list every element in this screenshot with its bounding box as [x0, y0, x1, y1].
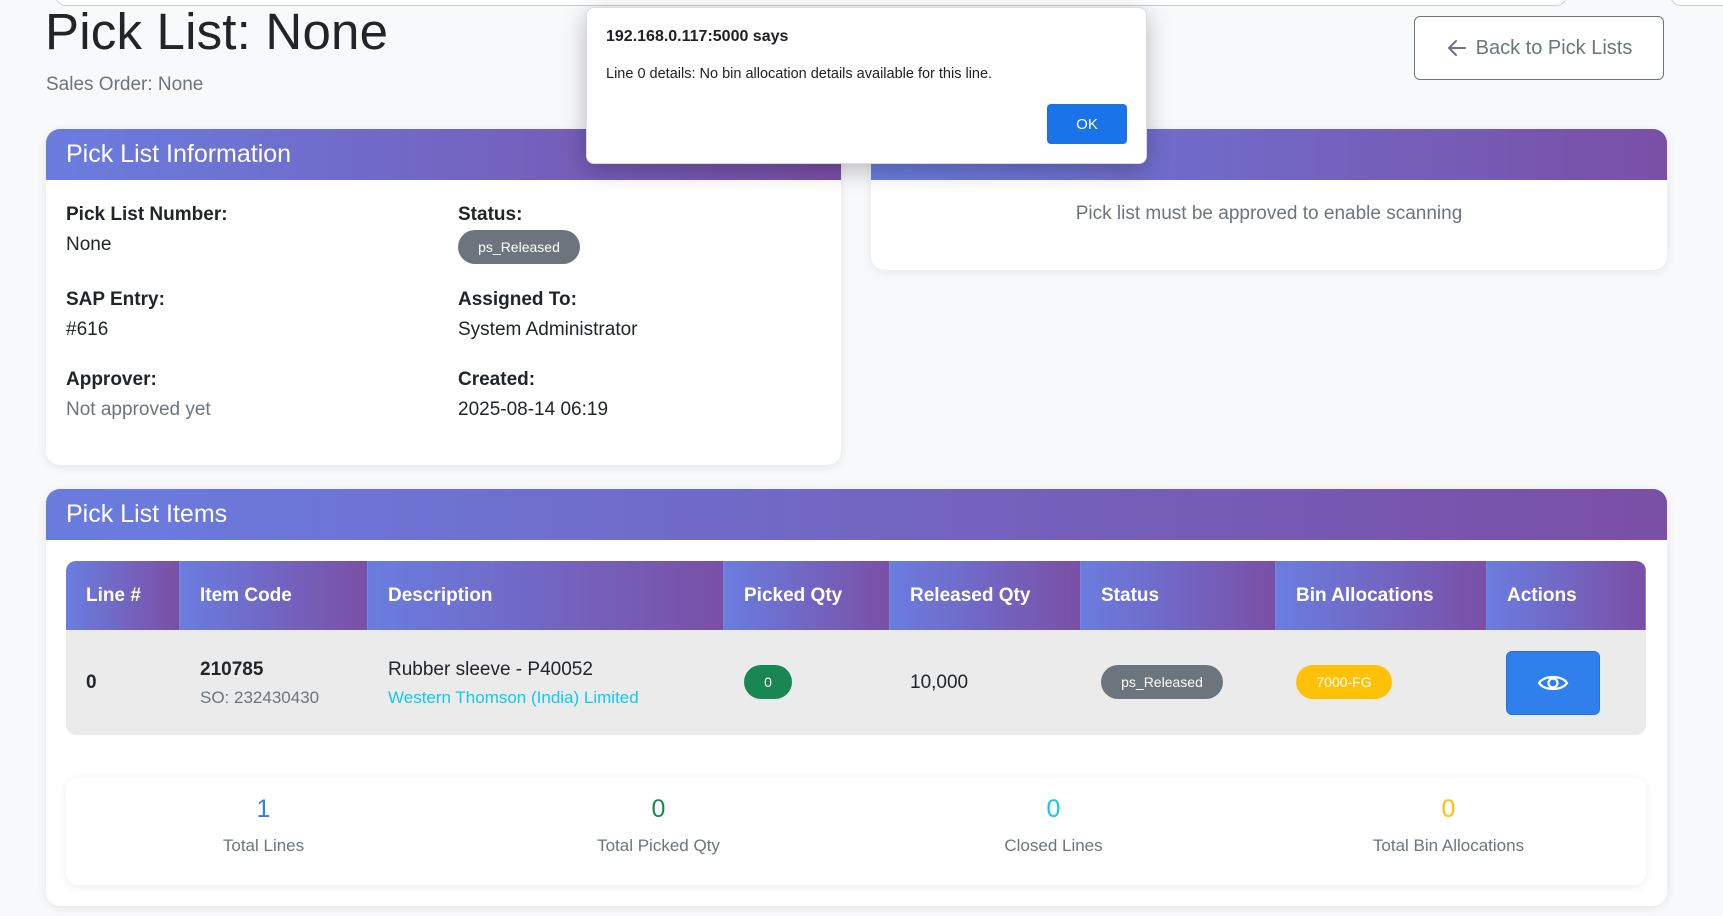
back-button-label: Back to Pick Lists [1475, 36, 1633, 59]
dialog-title: 192.168.0.117:5000 says [606, 28, 789, 45]
status-label: Status: [458, 204, 523, 225]
summary-panel: 1 Total Lines 0 Total Picked Qty 0 Close… [66, 778, 1646, 885]
eye-icon [1537, 675, 1569, 691]
alert-dialog: 192.168.0.117:5000 says Line 0 details: … [586, 7, 1147, 164]
column-header-bin-allocations: Bin Allocations [1276, 561, 1487, 630]
total-picked-label: Total Picked Qty [597, 836, 720, 855]
item-sales-order: SO: 232430430 [200, 688, 320, 707]
info-card-title: Pick List Information [66, 140, 292, 168]
view-details-button[interactable] [1506, 651, 1600, 715]
items-table: Line # Item Code Description Picked Qty … [66, 561, 1646, 735]
customer-name: Western Thomson (India) Limited [388, 688, 639, 707]
assigned-to-label: Assigned To: [458, 289, 577, 310]
pick-list-number-value: None [66, 234, 112, 255]
assigned-to-value: System Administrator [458, 319, 638, 340]
picked-qty-badge: 0 [744, 665, 792, 699]
browser-toolbar-edge [1670, 0, 1723, 6]
arrow-left-icon [1447, 40, 1466, 56]
sap-entry-label: SAP Entry: [66, 289, 165, 310]
sap-entry-value: #616 [66, 319, 109, 340]
page-title: Pick List: None [45, 3, 389, 60]
approver-value: Not approved yet [66, 399, 211, 420]
item-description: Rubber sleeve - P40052 [388, 659, 593, 680]
table-row: 0 210785 SO: 232430430 Rubber sleeve - P… [66, 630, 1646, 735]
column-header-picked-qty: Picked Qty [724, 561, 890, 630]
column-header-released-qty: Released Qty [890, 561, 1081, 630]
bin-allocation-badge: 7000-FG [1296, 665, 1392, 699]
items-card-title: Pick List Items [66, 500, 228, 528]
closed-lines-value: 0 [1046, 795, 1061, 823]
released-qty: 10,000 [910, 672, 969, 693]
column-header-line: Line # [66, 561, 180, 630]
scanner-disabled-message: Pick list must be approved to enable sca… [1075, 203, 1463, 224]
pick-list-number-label: Pick List Number: [66, 204, 228, 225]
line-number: 0 [86, 672, 97, 693]
back-to-pick-lists-button[interactable]: Back to Pick Lists [1414, 16, 1664, 80]
table-header-row: Line # Item Code Description Picked Qty … [66, 561, 1646, 630]
pick-list-items-card: Pick List Items Line # Item Code Descrip… [46, 489, 1667, 906]
created-value: 2025-08-14 06:19 [458, 399, 609, 420]
items-card-header: Pick List Items [46, 489, 1667, 540]
total-bins-value: 0 [1441, 795, 1456, 823]
total-picked-value: 0 [651, 795, 666, 823]
column-header-description: Description [368, 561, 724, 630]
dialog-message: Line 0 details: No bin allocation detail… [606, 66, 993, 82]
column-header-actions: Actions [1487, 561, 1646, 630]
approver-label: Approver: [66, 369, 157, 390]
closed-lines-label: Closed Lines [1004, 836, 1103, 855]
status-badge: ps_Released [458, 230, 580, 264]
column-header-item-code: Item Code [180, 561, 368, 630]
created-label: Created: [458, 369, 536, 390]
pick-list-info-card: Pick List Information Pick List Number: … [46, 129, 841, 465]
row-status-badge: ps_Released [1101, 665, 1223, 699]
column-header-status: Status [1081, 561, 1276, 630]
total-lines-label: Total Lines [222, 836, 305, 855]
total-bins-label: Total Bin Allocations [1372, 836, 1525, 855]
item-code: 210785 [200, 659, 264, 680]
sales-order-subtitle: Sales Order: None [46, 74, 204, 95]
dialog-ok-button[interactable]: OK [1047, 104, 1127, 144]
total-lines-value: 1 [256, 795, 271, 823]
